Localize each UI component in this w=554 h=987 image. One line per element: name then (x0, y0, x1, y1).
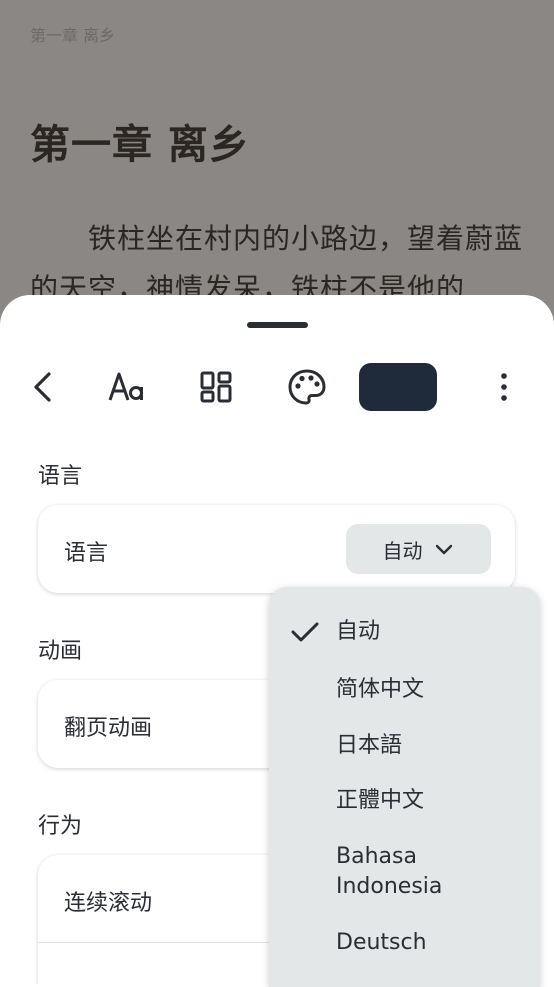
language-row-label: 语言 (64, 541, 109, 566)
menu-item-auto[interactable]: 自动 (336, 617, 526, 647)
drag-handle[interactable] (247, 322, 308, 328)
section-behavior: 行为 (38, 814, 83, 839)
chapter-title: 第一章 离乡 (30, 121, 250, 168)
settings-tab[interactable] (359, 363, 437, 411)
back-icon[interactable] (20, 363, 68, 411)
chevron-down-icon (435, 544, 452, 555)
menu-item-japanese[interactable]: 日本語 (336, 731, 526, 761)
running-head: 第一章 离乡 (30, 26, 116, 45)
language-menu: 自动 简体中文 日本語 正體中文 Bahasa Indonesia Deutsc… (269, 587, 540, 987)
section-language: 语言 (38, 464, 83, 489)
page-animation-row[interactable]: 翻页动画 (64, 710, 152, 742)
check-icon (291, 622, 319, 642)
menu-item-traditional-chinese[interactable]: 正體中文 (336, 786, 526, 816)
section-animation: 动画 (38, 639, 83, 664)
layout-grid-icon[interactable] (192, 363, 240, 411)
palette-icon[interactable] (283, 363, 331, 411)
language-dropdown-value: 自动 (382, 538, 423, 563)
text-format-icon[interactable] (102, 363, 150, 411)
more-vert-icon[interactable] (480, 363, 528, 411)
menu-item-simplified-chinese[interactable]: 简体中文 (336, 675, 526, 705)
menu-item-deutsch[interactable]: Deutsch (336, 928, 526, 958)
language-dropdown[interactable]: 自动 (346, 524, 491, 574)
menu-item-bahasa-indonesia[interactable]: Bahasa Indonesia (336, 842, 486, 902)
continuous-scroll-row[interactable]: 连续滚动 (64, 885, 152, 917)
